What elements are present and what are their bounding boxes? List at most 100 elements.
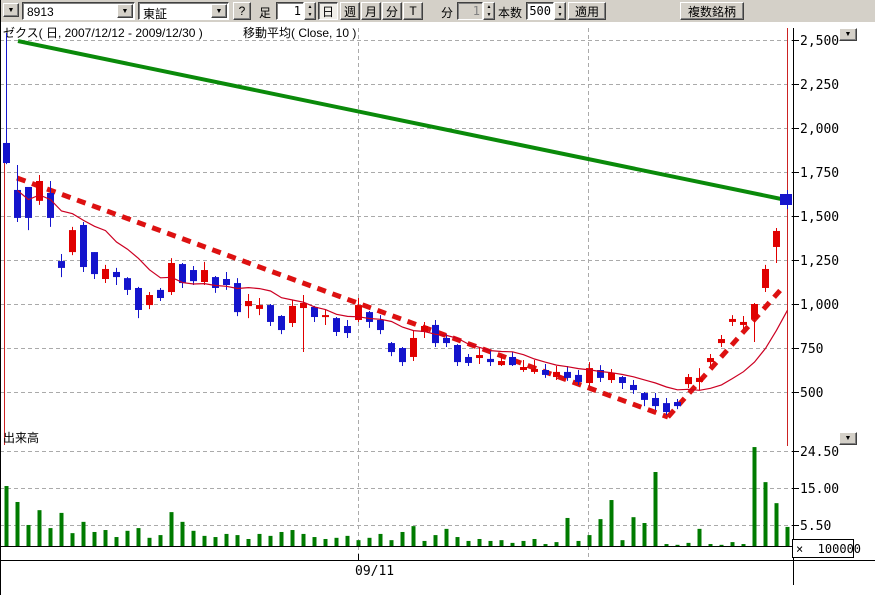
volume-multiplier-box: × 100000 [792,539,854,558]
volume-bar [544,544,548,546]
volume-bar [786,527,790,546]
candle-body [3,143,10,163]
volume-bar [610,500,614,546]
volume-bar [258,534,262,546]
volume-bar [137,528,141,546]
candle-body [553,372,560,377]
candle-body [454,345,461,362]
trendline-handle [780,194,792,205]
volume-bar [401,532,405,546]
candle-body [399,348,406,362]
candle-body [223,279,230,285]
volume-bar [632,517,636,546]
volume-bar [203,536,207,546]
volume-bar [456,537,460,546]
candle-body [311,307,318,317]
red-dashed-trendline [17,178,668,417]
volume-bar [478,539,482,546]
candle-body [245,301,252,306]
volume-bar [742,544,746,546]
price-tick-label: 1,250 [800,254,839,269]
volume-bar [599,519,603,546]
volume-bar [511,543,515,546]
volume-bar [115,537,119,546]
volume-bar [434,535,438,546]
volume-bar [170,512,174,546]
price-tick-label: 2,250 [800,78,839,93]
volume-bar [269,536,273,546]
candle-body [707,358,714,362]
volume-bar [280,532,284,546]
candle-body [762,269,769,288]
volume-pane-label: 出来高 [3,429,39,446]
candle-body [696,378,703,382]
price-axis-dropdown-button[interactable]: ▼ [839,28,857,41]
candle-body [256,305,263,309]
volume-bar [60,513,64,546]
volume-bar [445,529,449,546]
candle-body [509,357,516,365]
volume-bar [126,531,130,546]
price-tick-label: 500 [800,386,823,401]
candle-body [377,320,384,330]
volume-bar [379,534,383,546]
candle-body [36,181,43,201]
candle-body [729,319,736,322]
candle-body [410,338,417,357]
volume-bar [104,530,108,546]
candle-body [608,373,615,380]
volume-bar [621,540,625,546]
volume-bar [390,540,394,546]
volume-bar [82,522,86,546]
volume-bar [302,534,306,546]
volume-bar [720,545,724,546]
chevron-down-icon: ▼ [845,31,852,38]
candle-body [322,315,329,317]
candle-body [487,359,494,362]
candle-body [498,361,505,365]
volume-bar [753,447,757,546]
volume-bar [214,537,218,546]
volume-bar [71,533,75,546]
volume-bar [313,537,317,546]
volume-bar [665,544,669,546]
candle-body [190,270,197,281]
candle-body [333,318,340,332]
volume-bar [357,540,361,546]
price-chart-svg[interactable]: 2,5002,2502,0001,7501,5001,2501,00075050… [0,0,875,607]
volume-bar [5,486,9,546]
volume-bar [533,539,537,546]
volume-bar [577,541,581,546]
volume-bar [775,503,779,546]
volume-bar [192,531,196,546]
volume-bar [346,536,350,546]
green-trendline [18,41,786,200]
volume-bar [555,542,559,546]
candle-body [124,278,131,290]
candle-body [289,306,296,323]
window-left-border [0,0,1,595]
candle-body [135,288,142,310]
candle-body [80,225,87,267]
candle-body [14,190,21,218]
candle-body [443,338,450,343]
candle-body [575,375,582,382]
volume-bar [764,482,768,546]
candle-body [520,367,527,370]
candle-body [388,343,395,352]
candle-body [102,269,109,279]
volume-bar [291,530,295,546]
volume-tick-label: 5.50 [800,519,831,534]
volume-bar [225,534,229,546]
volume-bar [654,472,658,546]
volume-bar [566,518,570,546]
red-dashed-trendline [668,286,784,417]
candle-body [212,277,219,288]
candle-body [652,398,659,406]
volume-bar [236,535,240,546]
candle-body [542,370,549,375]
volume-axis-dropdown-button[interactable]: ▼ [839,432,857,445]
volume-bar [148,538,152,546]
volume-bar [324,539,328,546]
volume-tick-label: 15.00 [800,482,839,497]
